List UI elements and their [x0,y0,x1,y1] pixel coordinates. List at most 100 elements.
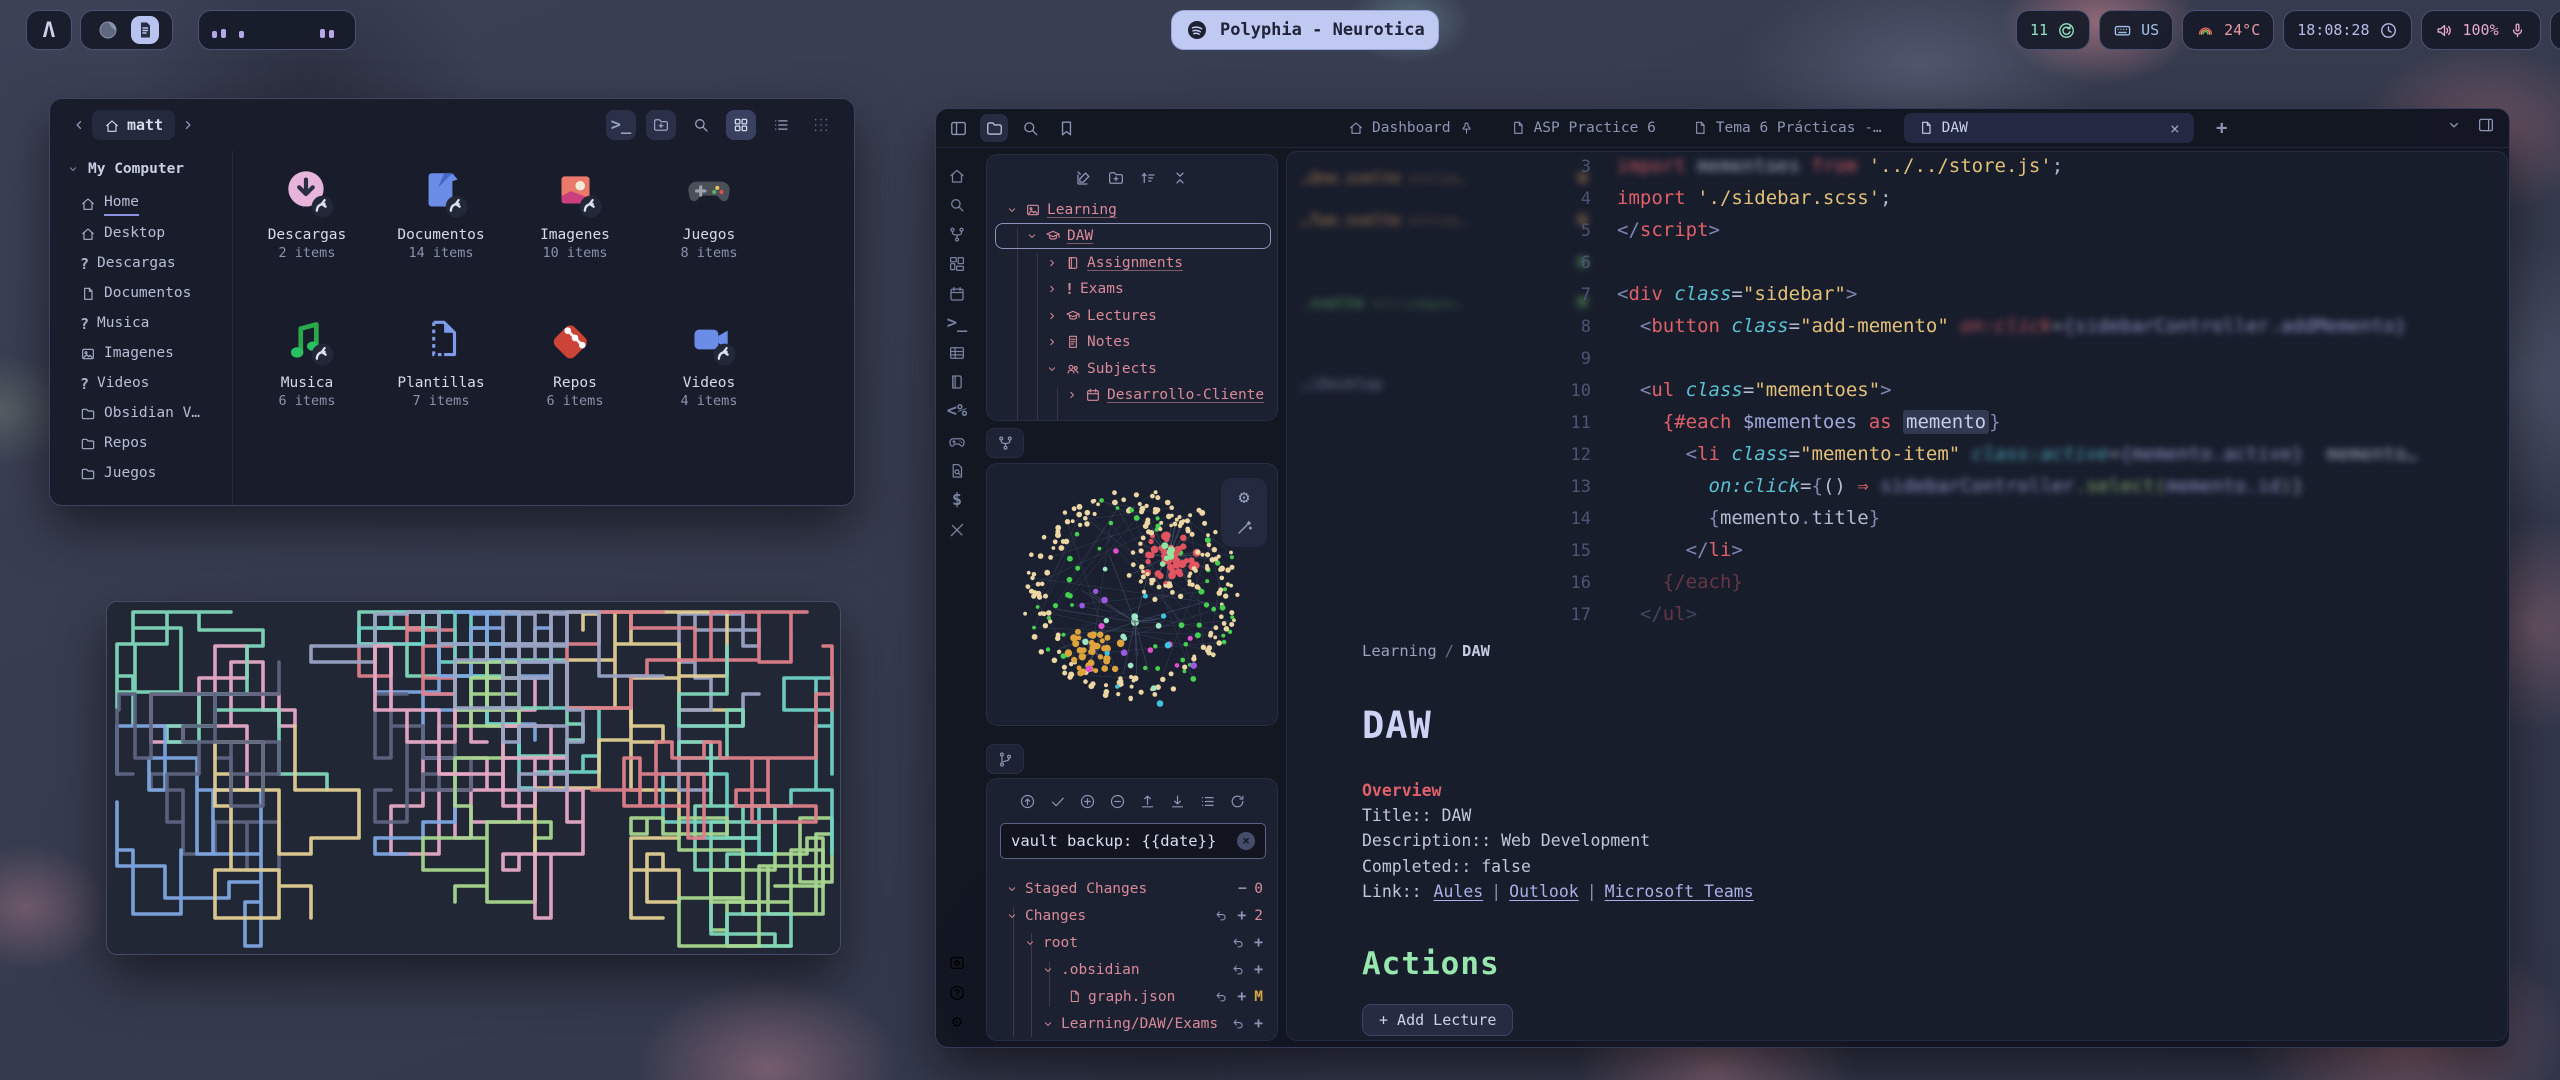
ribbon-gear-button[interactable]: ⚙ [936,1008,978,1038]
tree-item-assignments[interactable]: Assignments [987,250,1277,277]
music-widget[interactable]: Polyphia - Neurotica [1171,10,1439,50]
graph-gear-button[interactable]: ⚙ [1239,488,1250,507]
explorer-collapse-button[interactable] [1171,167,1189,187]
git-row-graph-json[interactable]: graph.json +M [987,983,1277,1010]
ribbon-tools-button[interactable] [936,515,978,545]
git-check-button[interactable] [1049,791,1066,810]
git-commit-up-button[interactable] [1019,791,1036,810]
list-button[interactable] [766,110,796,140]
widget-clock[interactable]: 18:08:28 [2283,10,2411,50]
folder-musica[interactable]: Musica 6 items [240,313,374,461]
note-link-microsoft-teams[interactable]: Microsoft Teams [1605,882,1754,901]
taskbar-app-firefox[interactable] [94,16,122,44]
widget-keyboard[interactable]: US [2099,10,2173,50]
git-row--obsidian[interactable]: .obsidian + [987,956,1277,983]
sidebar-root[interactable]: My Computer [66,161,232,177]
folder-imagenes[interactable]: Imagenes 10 items [508,165,642,313]
note-breadcrumb[interactable]: Learning/DAW [1362,642,2462,660]
widget-updates[interactable]: 11 [2016,10,2090,50]
folder-videos[interactable]: Videos 4 items [642,313,776,461]
nav-folder-button[interactable] [980,114,1008,142]
graph-view-panel[interactable]: ⚙ [986,463,1278,726]
clear-message-icon[interactable]: × [1237,832,1255,850]
ribbon-home-button[interactable] [936,161,978,191]
folder-documentos[interactable]: Documentos 14 items [374,165,508,313]
sidebar-item-documentos[interactable]: Documentos [66,279,232,309]
tab-daw[interactable]: DAW × [1904,113,2194,143]
nav-panel-left-button[interactable] [944,114,972,142]
folder-repos[interactable]: Repos 6 items [508,313,642,461]
widget-notifications[interactable]: 24 [2550,10,2560,50]
git-row-learning-daw-exams[interactable]: Learning/DAW/Exams + [987,1010,1277,1037]
ribbon-gamepad-button[interactable] [936,427,978,457]
git-refresh-button[interactable] [1229,791,1246,810]
sidebar-item-obsidianv[interactable]: Obsidian V… [66,399,232,429]
tab-asp-practice-6[interactable]: ASP Practice 6 [1496,113,1670,143]
sidebar-item-repos[interactable]: Repos [66,429,232,459]
tree-item-daw[interactable]: DAW [987,223,1277,250]
terminal-button[interactable]: >_ [606,110,636,140]
action-button---add-lecture[interactable]: + Add Lecture [1362,1004,1513,1036]
close-tab-icon[interactable]: × [2170,119,2180,138]
dots-button[interactable] [806,110,836,140]
sidebar-item-videos[interactable]: ?Videos [66,369,232,399]
ribbon-dollar-button[interactable]: $ [936,486,978,516]
ribbon-vault-button[interactable] [936,949,978,979]
chev-d-button[interactable] [2445,114,2463,134]
git-plus-circle-button[interactable] [1079,791,1096,810]
git-row-root[interactable]: root + [987,929,1277,956]
commit-message-input[interactable] [1000,823,1266,859]
new-tab-button[interactable]: + [2208,114,2236,142]
ribbon-terminal-button[interactable]: >_ [936,309,978,339]
git-row-changes[interactable]: Changes +2 [987,902,1277,929]
taskbar-app-doc-app[interactable] [131,16,159,44]
code-editor[interactable]: 3import mementoes from '../../store.js';… [1287,151,2487,630]
folder-juegos[interactable]: Juegos 8 items [642,165,776,313]
ribbon-table-button[interactable] [936,338,978,368]
ribbon-file-search-button[interactable] [936,456,978,486]
launcher-button[interactable]: Λ [26,10,72,50]
ribbon-dashboard-button[interactable] [936,250,978,280]
sidebar-item-descargas[interactable]: ?Descargas [66,249,232,279]
ribbon-code-button[interactable]: <% [936,397,978,427]
widget-weather[interactable]: 24°C [2182,10,2274,50]
tree-item-desarrollo-cliente[interactable]: Desarrollo-Cliente [987,382,1277,409]
nav-bookmark-button[interactable] [1052,114,1080,142]
ribbon-git-fork-button[interactable] [936,220,978,250]
graph-wand-button[interactable] [1235,517,1254,537]
git-panel-tab[interactable] [986,744,1024,774]
git-minus-circle-button[interactable] [1109,791,1126,810]
tree-item-notes[interactable]: Notes [987,329,1277,356]
back-button[interactable] [66,112,92,138]
nav-search-button[interactable] [1016,114,1044,142]
sidebar-item-musica[interactable]: ?Musica [66,309,232,339]
sidebar-item-home[interactable]: Home [66,189,232,219]
sidebar-item-desktop[interactable]: Desktop [66,219,232,249]
tab-tema-6-pr-cticas---[interactable]: Tema 6 Prácticas -… [1678,113,1896,143]
tree-item-learning[interactable]: Learning [987,197,1277,224]
note-link-aules[interactable]: Aules [1434,882,1484,901]
git-list-button[interactable] [1199,791,1216,810]
folder-plantillas[interactable]: Plantillas 7 items [374,313,508,461]
taskbar-apps[interactable] [80,10,173,50]
tree-item-subjects[interactable]: Subjects [987,356,1277,383]
ribbon-help-button[interactable] [936,978,978,1008]
explorer-sort-button[interactable] [1139,167,1157,187]
ribbon-search-button[interactable] [936,191,978,221]
panel-right-button[interactable] [2477,114,2495,134]
search-button[interactable] [686,110,716,140]
note-link-outlook[interactable]: Outlook [1509,882,1579,901]
breadcrumb[interactable]: matt [92,110,175,140]
sidebar-item-juegos[interactable]: Juegos [66,459,232,489]
git-upload-button[interactable] [1139,791,1156,810]
ribbon-book-button[interactable] [936,368,978,398]
forward-button[interactable] [175,112,201,138]
tree-item-exams[interactable]: ! Exams [987,276,1277,303]
sidebar-item-imagenes[interactable]: Imagenes [66,339,232,369]
tab-dashboard[interactable]: Dashboard [1334,113,1488,143]
tree-item-lectures[interactable]: Lectures [987,303,1277,330]
folder-plus-button[interactable] [646,110,676,140]
git-row-staged-changes[interactable]: Staged Changes —0 [987,875,1277,902]
folder-descargas[interactable]: Descargas 2 items [240,165,374,313]
widget-volume[interactable]: 100% [2421,10,2541,50]
